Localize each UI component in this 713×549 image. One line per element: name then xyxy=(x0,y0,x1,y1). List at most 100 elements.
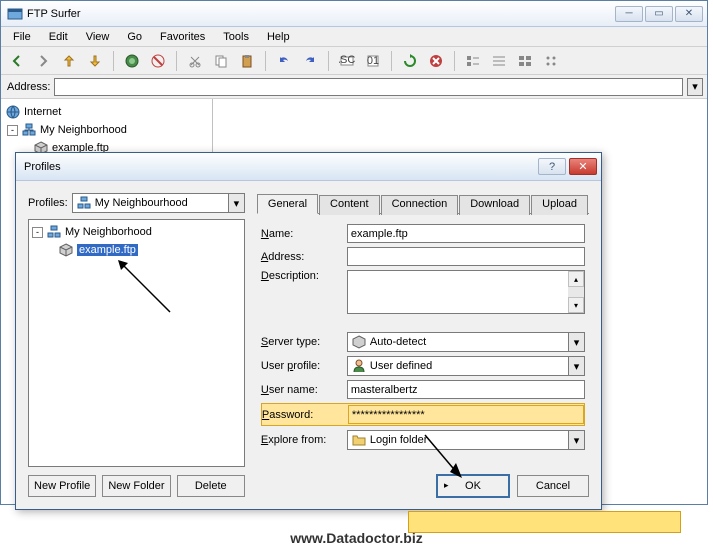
help-button[interactable]: ? xyxy=(538,158,566,175)
cube-icon xyxy=(58,242,74,258)
stop-icon[interactable] xyxy=(426,51,446,71)
menu-file[interactable]: File xyxy=(5,29,39,45)
cut-icon[interactable] xyxy=(185,51,205,71)
view2-icon[interactable] xyxy=(489,51,509,71)
username-input[interactable] xyxy=(347,380,585,399)
address-input[interactable] xyxy=(347,247,585,266)
tree-selected[interactable]: example.ftp xyxy=(32,241,241,259)
tab-general[interactable]: General xyxy=(257,194,318,214)
description-input[interactable]: ▴▾ xyxy=(347,270,585,314)
cube-icon xyxy=(351,334,367,350)
cancel-button[interactable]: Cancel xyxy=(517,475,589,497)
tab-upload[interactable]: Upload xyxy=(531,195,588,215)
titlebar[interactable]: FTP Surfer ─ ▭ ✕ xyxy=(1,1,707,27)
app-icon xyxy=(7,6,23,22)
footer-text: www.Datadoctor.biz xyxy=(0,530,713,546)
profiles-tree[interactable]: - My Neighborhood example.ftp xyxy=(28,219,245,467)
explore-label: Explore from: xyxy=(261,434,347,446)
maximize-button[interactable]: ▭ xyxy=(645,6,673,22)
tree-label-internet: Internet xyxy=(24,106,61,118)
dialog-title: Profiles xyxy=(24,161,538,173)
paste-icon[interactable] xyxy=(237,51,257,71)
tree-neighborhood[interactable]: - My Neighborhood xyxy=(5,121,208,139)
chevron-down-icon[interactable]: ▾ xyxy=(568,431,584,449)
refresh-icon[interactable] xyxy=(400,51,420,71)
user-profile-label: User profile: xyxy=(261,360,347,372)
chevron-down-icon[interactable]: ▾ xyxy=(568,333,584,351)
address-label: Address: xyxy=(7,81,50,93)
globe-icon xyxy=(5,104,21,120)
scroll-up-icon[interactable]: ▴ xyxy=(568,271,584,287)
explore-combo[interactable]: Login folder ▾ xyxy=(347,430,585,450)
tab-content[interactable]: Content xyxy=(319,195,380,215)
dialog-left-panel: Profiles: My Neighbourhood ▾ - My Neighb… xyxy=(28,193,245,497)
down-icon[interactable] xyxy=(85,51,105,71)
back-icon[interactable] xyxy=(7,51,27,71)
window-controls: ─ ▭ ✕ xyxy=(615,6,703,22)
tab-download[interactable]: Download xyxy=(459,195,530,215)
forward-icon[interactable] xyxy=(33,51,53,71)
tree-internet[interactable]: Internet xyxy=(5,103,208,121)
copy-icon[interactable] xyxy=(211,51,231,71)
view1-icon[interactable] xyxy=(463,51,483,71)
delete-button[interactable]: Delete xyxy=(177,475,245,497)
explore-text: Login folder xyxy=(370,434,428,446)
name-input[interactable] xyxy=(347,224,585,243)
tree-root[interactable]: - My Neighborhood xyxy=(32,223,241,241)
collapse-icon[interactable]: - xyxy=(7,125,18,136)
menu-favorites[interactable]: Favorites xyxy=(152,29,213,45)
user-profile-combo[interactable]: User defined ▾ xyxy=(347,356,585,376)
view3-icon[interactable] xyxy=(515,51,535,71)
close-button[interactable]: ✕ xyxy=(675,6,703,22)
network-icon xyxy=(46,224,62,240)
network-icon xyxy=(21,122,37,138)
address-dropdown[interactable]: ▾ xyxy=(687,78,703,96)
profiles-combo[interactable]: My Neighbourhood ▾ xyxy=(72,193,245,213)
collapse-icon[interactable]: - xyxy=(32,227,43,238)
server-type-label: Server type: xyxy=(261,336,347,348)
disconnect-icon[interactable] xyxy=(148,51,168,71)
undo-icon[interactable] xyxy=(274,51,294,71)
ok-button[interactable]: OK xyxy=(437,475,509,497)
minimize-button[interactable]: ─ xyxy=(615,6,643,22)
view4-icon[interactable] xyxy=(541,51,561,71)
description-label: Description: xyxy=(261,270,347,282)
redo-icon[interactable] xyxy=(300,51,320,71)
menu-view[interactable]: View xyxy=(78,29,118,45)
tree-selected-label: example.ftp xyxy=(77,244,138,256)
connect-icon[interactable] xyxy=(122,51,142,71)
up-icon[interactable] xyxy=(59,51,79,71)
dialog-close-button[interactable]: ✕ xyxy=(569,158,597,175)
menu-go[interactable]: Go xyxy=(119,29,150,45)
username-label: User name: xyxy=(261,384,347,396)
tab-connection[interactable]: Connection xyxy=(381,195,459,215)
address-input[interactable] xyxy=(54,78,683,96)
folder-icon xyxy=(351,432,367,448)
dialog-titlebar[interactable]: Profiles ? ✕ xyxy=(16,153,601,181)
password-input[interactable] xyxy=(348,405,584,424)
menu-help[interactable]: Help xyxy=(259,29,298,45)
dialog-buttons: OK Cancel xyxy=(257,469,589,497)
binary-icon[interactable]: 01 xyxy=(363,51,383,71)
password-label: Password: xyxy=(262,409,348,421)
server-type-combo[interactable]: Auto-detect ▾ xyxy=(347,332,585,352)
user-icon xyxy=(351,358,367,374)
chevron-down-icon[interactable]: ▾ xyxy=(568,357,584,375)
network-icon xyxy=(76,195,92,211)
profiles-combo-text: My Neighbourhood xyxy=(95,197,188,209)
profiles-dialog: Profiles ? ✕ Profiles: My Neighbourhood … xyxy=(15,152,602,510)
new-profile-button[interactable]: New Profile xyxy=(28,475,96,497)
ascii-icon[interactable]: ASCII xyxy=(337,51,357,71)
address-bar: Address: ▾ xyxy=(1,75,707,99)
toolbar: ASCII 01 xyxy=(1,47,707,75)
menu-edit[interactable]: Edit xyxy=(41,29,76,45)
scroll-down-icon[interactable]: ▾ xyxy=(568,297,584,313)
user-profile-text: User defined xyxy=(370,360,432,372)
tree-label-neighborhood: My Neighborhood xyxy=(40,124,127,136)
window-title: FTP Surfer xyxy=(27,8,615,20)
menu-tools[interactable]: Tools xyxy=(215,29,257,45)
svg-text:01: 01 xyxy=(367,55,379,67)
menubar: File Edit View Go Favorites Tools Help xyxy=(1,27,707,47)
new-folder-button[interactable]: New Folder xyxy=(102,475,170,497)
chevron-down-icon[interactable]: ▾ xyxy=(228,194,244,212)
